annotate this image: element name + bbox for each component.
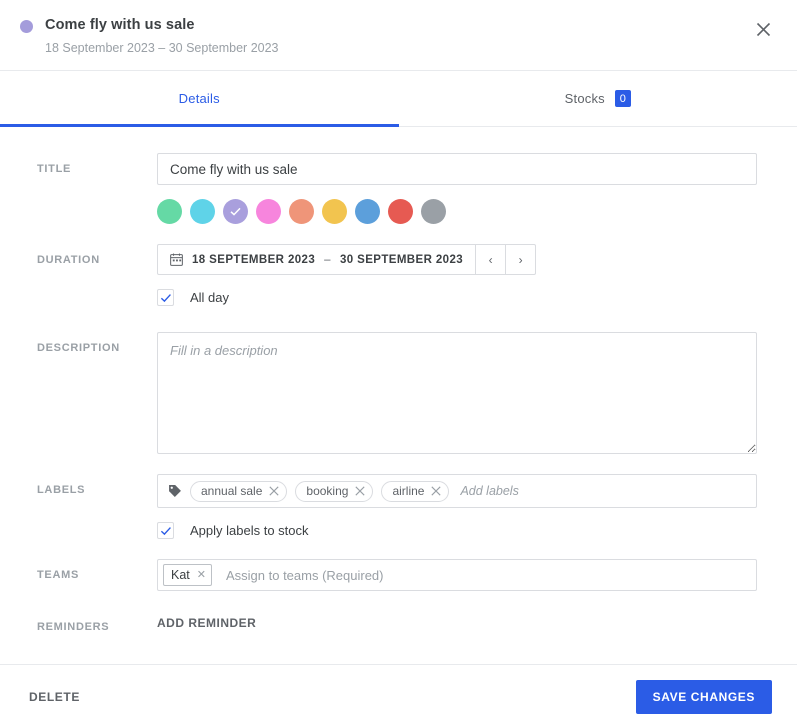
details-form: Title xyxy=(0,127,797,633)
close-icon xyxy=(756,22,770,36)
apply-labels-checkbox[interactable] xyxy=(157,522,174,539)
title-row: Title xyxy=(37,153,757,242)
color-swatch-gray[interactable] xyxy=(421,199,446,224)
duration-start-date: 18 SEPTEMBER 2023 xyxy=(192,253,316,266)
title-label: Title xyxy=(37,163,72,175)
reminders-row: Reminders Add reminder xyxy=(37,611,757,633)
save-changes-button[interactable]: Save changes xyxy=(635,679,772,714)
stocks-count-badge: 0 xyxy=(614,90,631,107)
duration-field-group: 18 SEPTEMBER 2023 – 30 SEPTEMBER 2023 ‹ … xyxy=(157,244,757,306)
page-title: Come fly with us sale xyxy=(45,17,195,33)
description-field-group xyxy=(157,332,757,454)
check-icon xyxy=(230,207,241,216)
all-day-label: All day xyxy=(190,290,230,305)
title-field-group xyxy=(157,153,757,242)
label-chip[interactable]: annual sale xyxy=(190,480,288,502)
duration-row: Duration 18 SEPT xyxy=(37,244,757,306)
calendar-icon xyxy=(170,253,183,266)
apply-labels-row: Apply labels to stock xyxy=(157,522,757,539)
label-chip[interactable]: airline xyxy=(381,480,450,502)
color-swatch-salmon[interactable] xyxy=(289,199,314,224)
close-button[interactable] xyxy=(749,15,777,43)
color-swatch-pink[interactable] xyxy=(256,199,281,224)
tag-icon xyxy=(168,484,182,498)
remove-label-icon[interactable] xyxy=(269,486,279,496)
chevron-left-icon: ‹ xyxy=(488,252,493,267)
duration-prev-button[interactable]: ‹ xyxy=(475,245,505,274)
tab-details-label: Details xyxy=(178,91,220,106)
delete-button[interactable]: Delete xyxy=(25,682,84,712)
add-labels-placeholder: Add labels xyxy=(460,484,519,498)
duration-picker: 18 SEPTEMBER 2023 – 30 SEPTEMBER 2023 ‹ … xyxy=(157,244,537,275)
event-color-dot xyxy=(20,20,33,33)
tab-stocks[interactable]: Stocks 0 xyxy=(399,71,797,126)
teams-input-field[interactable]: Kat ✕ Assign to teams (Required) xyxy=(157,559,757,591)
title-input[interactable] xyxy=(157,153,757,185)
color-swatch-red[interactable] xyxy=(388,199,413,224)
check-icon xyxy=(160,526,171,535)
label-chip[interactable]: booking xyxy=(295,480,374,502)
color-swatch-cyan[interactable] xyxy=(190,199,215,224)
labels-field-group: annual sale booking airline Add labels A… xyxy=(157,474,757,539)
team-chip[interactable]: Kat ✕ xyxy=(163,564,212,586)
description-row: Description xyxy=(37,332,757,454)
duration-separator: – xyxy=(324,253,331,266)
teams-row: Teams Kat ✕ Assign to teams (Required) xyxy=(37,559,757,591)
remove-team-icon[interactable]: ✕ xyxy=(197,569,206,581)
active-tab-indicator xyxy=(0,124,399,127)
labels-row: Labels annual sale booking xyxy=(37,474,757,539)
color-swatch-blue[interactable] xyxy=(355,199,380,224)
all-day-checkbox[interactable] xyxy=(157,289,174,306)
description-label: Description xyxy=(37,342,120,354)
add-reminder-button[interactable]: Add reminder xyxy=(157,611,256,630)
chevron-right-icon: › xyxy=(518,252,523,267)
color-swatch-green[interactable] xyxy=(157,199,182,224)
label-chip-text: airline xyxy=(392,484,425,498)
header-date-range: 18 September 2023 – 30 September 2023 xyxy=(45,41,279,55)
remove-label-icon[interactable] xyxy=(355,486,366,496)
duration-label: Duration xyxy=(37,254,100,266)
teams-label: Teams xyxy=(37,569,79,581)
duration-next-button[interactable]: › xyxy=(505,245,535,274)
remove-label-icon[interactable] xyxy=(431,486,442,496)
duration-end-date: 30 SEPTEMBER 2023 xyxy=(339,253,464,266)
label-chip-text: booking xyxy=(306,484,349,498)
dialog-footer: Delete Save changes xyxy=(0,664,797,728)
tab-details[interactable]: Details xyxy=(0,71,399,126)
teams-placeholder: Assign to teams (Required) xyxy=(225,567,384,583)
labels-label: Labels xyxy=(37,484,86,496)
color-swatch-list xyxy=(157,199,757,224)
date-range-button[interactable]: 18 SEPTEMBER 2023 – 30 SEPTEMBER 2023 xyxy=(158,245,475,274)
dialog-header: Come fly with us sale 18 September 2023 … xyxy=(0,0,797,71)
all-day-row: All day xyxy=(157,289,757,306)
reminders-field-group: Add reminder xyxy=(157,611,757,632)
header-text-group: Come fly with us sale 18 September 2023 … xyxy=(45,16,279,57)
color-swatch-yellow[interactable] xyxy=(322,199,347,224)
labels-input-field[interactable]: annual sale booking airline Add labels xyxy=(157,474,757,508)
label-chip-text: annual sale xyxy=(201,484,263,498)
color-swatch-purple[interactable] xyxy=(223,199,248,224)
team-chip-text: Kat xyxy=(171,568,190,582)
description-textarea[interactable] xyxy=(157,332,757,454)
tab-stocks-label: Stocks xyxy=(564,91,605,106)
apply-labels-label: Apply labels to stock xyxy=(190,523,309,538)
teams-field-group: Kat ✕ Assign to teams (Required) xyxy=(157,559,757,591)
check-icon xyxy=(160,293,171,302)
tab-bar: Details Stocks 0 xyxy=(0,71,797,127)
reminders-label: Reminders xyxy=(37,621,110,633)
